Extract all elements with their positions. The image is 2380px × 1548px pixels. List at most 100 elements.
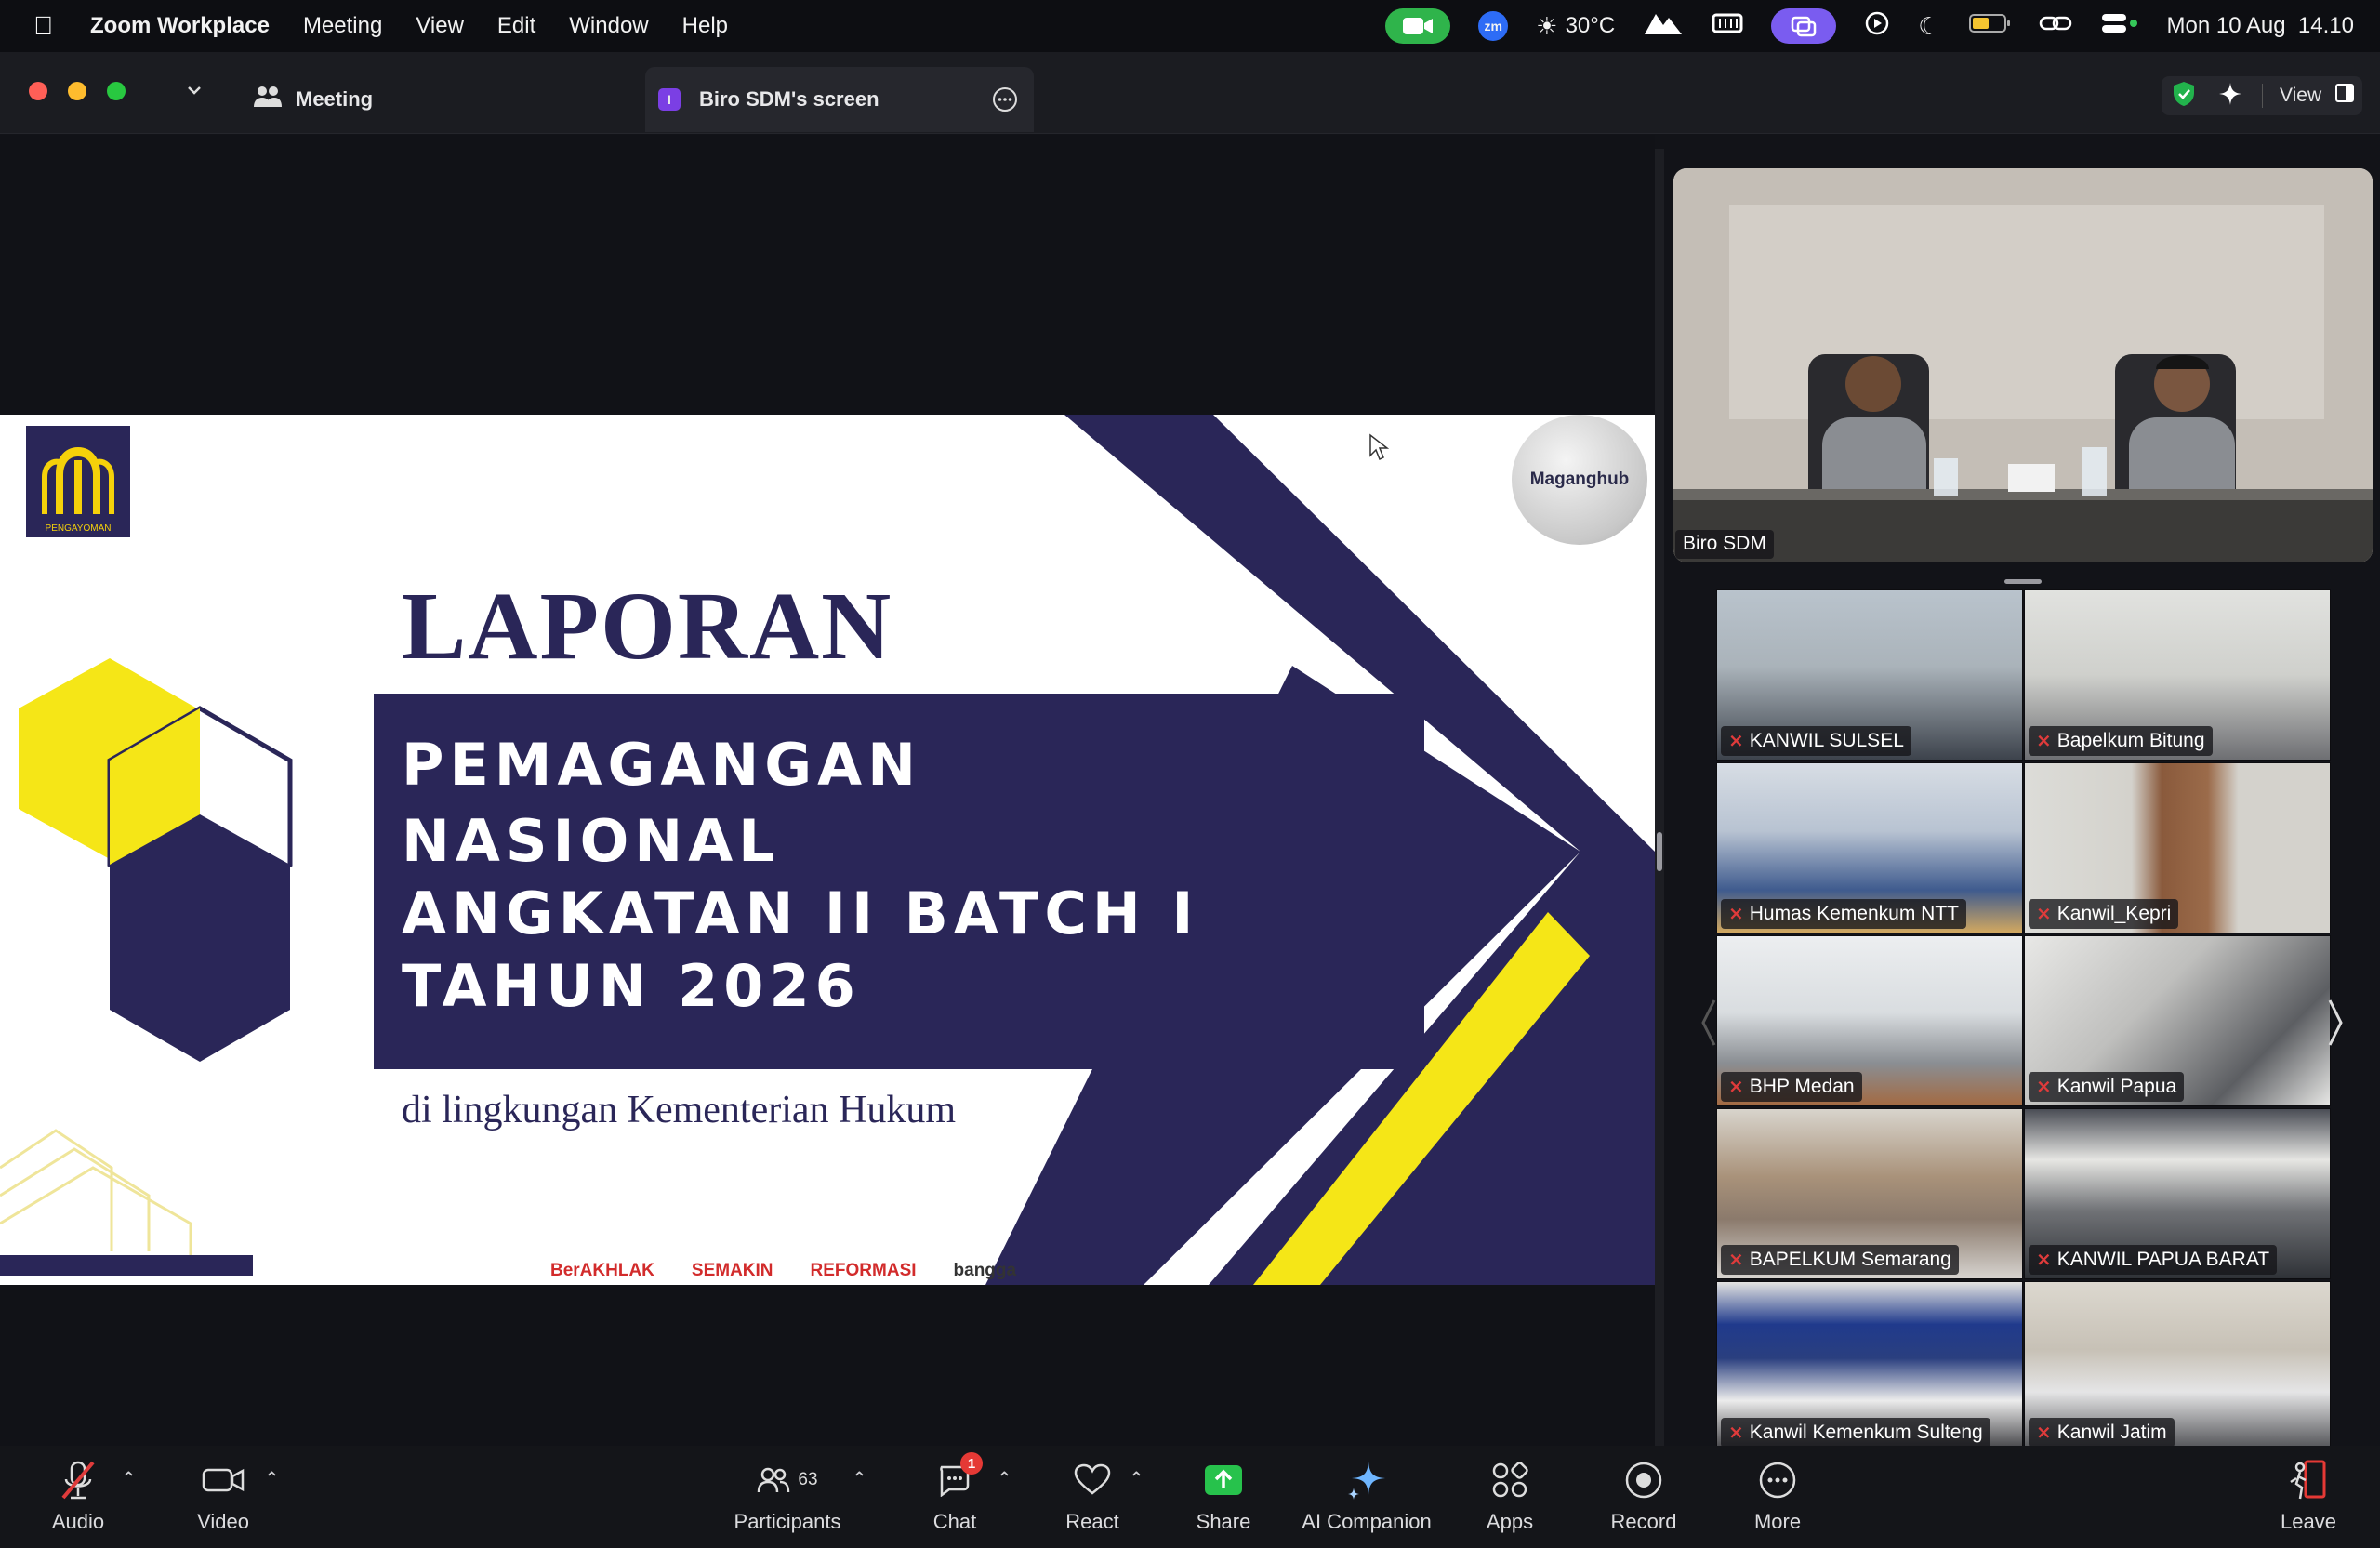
gallery-tile[interactable]: ⨯ Kanwil Jatim <box>2024 1281 2331 1452</box>
weather-widget[interactable]: ☀ 30°C <box>1536 12 1615 41</box>
shield-check-icon[interactable] <box>2171 80 2197 112</box>
menu-app-name[interactable]: Zoom Workplace <box>90 13 270 39</box>
menubar-clock[interactable]: Mon 10 Aug 14.10 <box>2167 13 2355 39</box>
meeting-toolbar <box>0 1446 2380 1548</box>
more-dots-icon <box>1758 1458 1797 1502</box>
participant-name: Kanwil Jatim <box>2056 1421 2167 1443</box>
gallery-next-icon[interactable] <box>2324 995 2347 1055</box>
screen-tab-badge: I <box>658 88 681 111</box>
chat-button[interactable]: 1 Chat <box>930 1452 983 1534</box>
muted-mic-icon: ⨯ <box>1728 731 1744 751</box>
menu-view[interactable]: View <box>416 13 464 39</box>
zoom-menubar-icon[interactable]: zm <box>1478 11 1509 41</box>
participants-button[interactable]: 63 Participants <box>725 1458 850 1534</box>
participants-options-chevron-icon[interactable]: ⌃ <box>852 1467 867 1490</box>
participant-name: BAPELKUM Semarang <box>1749 1248 1951 1270</box>
participant-name: Kanwil Papua <box>2056 1075 2177 1097</box>
ai-sparkle-icon <box>1346 1458 1387 1502</box>
tab-meeting-label: Meeting <box>296 87 374 111</box>
gallery-prev-icon[interactable] <box>1698 995 1720 1055</box>
gallery-tile[interactable]: ⨯ KANWIL PAPUA BARAT <box>2024 1108 2331 1279</box>
participant-name: BHP Medan <box>1749 1075 1855 1097</box>
apps-icon <box>1490 1458 1529 1502</box>
play-circle-icon[interactable] <box>1864 10 1890 43</box>
presentation-slide: PENGAYOMAN Maganghub LAPORAN PEMAGANGAN … <box>0 415 1655 1285</box>
battery-icon[interactable] <box>1968 12 2011 41</box>
gallery-tile[interactable]: ⨯ BHP Medan <box>1716 935 2023 1106</box>
menu-window[interactable]: Window <box>569 13 648 39</box>
memory-icon[interactable] <box>1712 11 1743 42</box>
chevron-down-icon[interactable] <box>184 80 205 105</box>
gallery-tile[interactable]: ⨯ KANWIL SULSEL <box>1716 589 2023 761</box>
muted-mic-icon: ⨯ <box>1728 904 1744 924</box>
ai-companion-button[interactable]: AI Companion <box>1300 1458 1434 1534</box>
footer-logo-semakin: SEMAKIN <box>691 1261 774 1280</box>
pengayoman-logo: PENGAYOMAN <box>26 426 130 537</box>
link-icon[interactable] <box>2039 12 2072 41</box>
footer-logo-berakhlak: BerAKHLAK <box>550 1261 654 1280</box>
active-speaker-name: Biro SDM <box>1683 533 1766 554</box>
resize-handle[interactable] <box>2004 579 2042 584</box>
mountain-icon[interactable] <box>1643 10 1684 43</box>
participant-name-tag: ⨯ Kanwil Jatim <box>2029 1418 2175 1448</box>
tab-meeting[interactable]: Meeting <box>253 67 373 132</box>
participant-name-tag: ⨯ BAPELKUM Semarang <box>1721 1245 1959 1275</box>
panel-splitter-handle[interactable] <box>1657 832 1662 871</box>
ai-companion-label: AI Companion <box>1302 1510 1432 1533</box>
more-options-icon[interactable] <box>991 86 1019 119</box>
zoom-window-button[interactable] <box>107 82 126 100</box>
gallery-tile[interactable]: ⨯ Humas Kemenkum NTT <box>1716 762 2023 933</box>
apps-button[interactable]: Apps <box>1484 1458 1536 1534</box>
logo-caption: PENGAYOMAN <box>45 523 112 534</box>
tab-shared-screen[interactable]: I Biro SDM's screen <box>645 67 1034 132</box>
gallery-tile[interactable]: ⨯ Bapelkum Bitung <box>2024 589 2331 761</box>
zoom-camera-status-icon[interactable] <box>1385 8 1451 44</box>
screen-share-status-icon[interactable] <box>1771 8 1837 44</box>
record-icon <box>1624 1458 1663 1502</box>
leave-button[interactable]: Leave <box>2280 1458 2337 1534</box>
maganghub-logo: Maganghub <box>1512 415 1647 545</box>
menu-edit[interactable]: Edit <box>497 13 536 39</box>
gallery-tile[interactable]: ⨯ Kanwil_Kepri <box>2024 762 2331 933</box>
menu-help[interactable]: Help <box>682 13 728 39</box>
apps-label: Apps <box>1486 1510 1534 1533</box>
video-button[interactable]: Video <box>193 1458 253 1534</box>
footer-logo-reformasi: REFORMASI <box>810 1261 917 1280</box>
control-center-icon[interactable] <box>2100 11 2139 42</box>
participant-name-tag: ⨯ Kanwil Papua <box>2029 1072 2185 1102</box>
share-button[interactable]: Share <box>1197 1458 1250 1534</box>
react-button[interactable]: React <box>1064 1458 1121 1534</box>
minimize-window-button[interactable] <box>68 82 86 100</box>
audio-options-chevron-icon[interactable]: ⌃ <box>121 1467 137 1490</box>
record-button[interactable]: Record <box>1610 1458 1677 1534</box>
gallery-tile[interactable]: ⨯ Kanwil Kemenkum Sulteng <box>1716 1281 2023 1452</box>
muted-mic-icon: ⨯ <box>1728 1422 1744 1443</box>
more-button[interactable]: More <box>1752 1458 1804 1534</box>
participant-name: Kanwil_Kepri <box>2056 902 2172 924</box>
gallery-tile[interactable]: ⨯ Kanwil Papua <box>2024 935 2331 1106</box>
people-icon <box>253 85 283 114</box>
muted-mic-icon: ⨯ <box>1728 1077 1744 1097</box>
participant-name: Humas Kemenkum NTT <box>1749 902 1959 924</box>
active-speaker-name-tag: Biro SDM <box>1675 530 1774 559</box>
video-options-chevron-icon[interactable]: ⌃ <box>264 1467 280 1490</box>
react-options-chevron-icon[interactable]: ⌃ <box>1129 1467 1144 1490</box>
slide-title: LAPORAN <box>402 573 893 680</box>
cursor-icon <box>1368 433 1390 466</box>
heart-icon <box>1073 1458 1112 1502</box>
layout-icon <box>2334 83 2355 109</box>
sparkle-icon[interactable] <box>2217 81 2243 112</box>
moon-icon[interactable]: ☾ <box>1918 12 1939 41</box>
close-window-button[interactable] <box>29 82 47 100</box>
participant-name-tag: ⨯ Humas Kemenkum NTT <box>1721 899 1966 929</box>
active-speaker-video[interactable]: Biro SDM <box>1673 168 2373 562</box>
participant-name-tag: ⨯ Bapelkum Bitung <box>2029 726 2213 756</box>
panel-splitter[interactable] <box>1655 149 1664 1446</box>
view-button[interactable]: View <box>2280 83 2355 109</box>
audio-button[interactable]: Audio <box>48 1458 108 1534</box>
apple-icon[interactable]:  <box>33 11 53 41</box>
band-line-1: PEMAGANGAN <box>402 731 921 799</box>
chat-options-chevron-icon[interactable]: ⌃ <box>997 1467 1012 1490</box>
gallery-tile[interactable]: ⨯ BAPELKUM Semarang <box>1716 1108 2023 1279</box>
menu-meeting[interactable]: Meeting <box>303 13 382 39</box>
